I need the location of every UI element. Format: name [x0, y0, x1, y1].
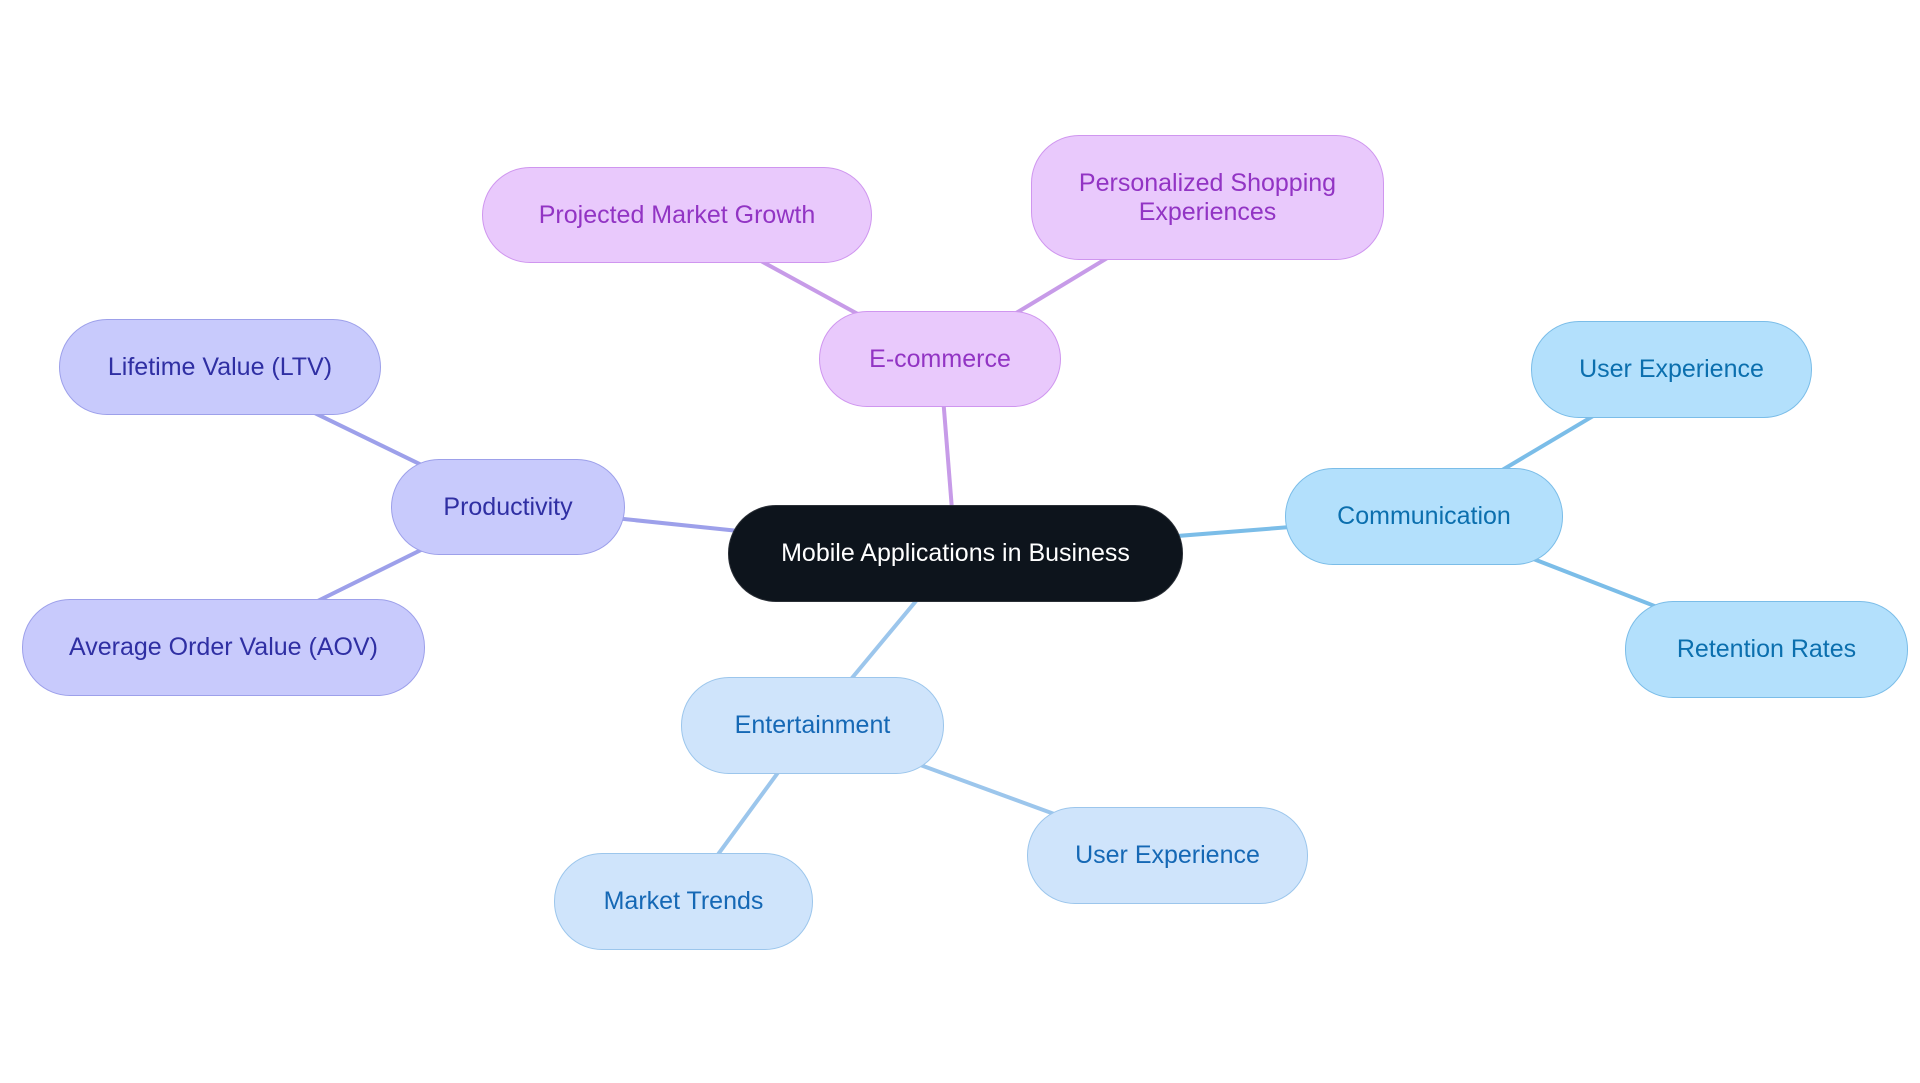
projected-market-growth-node[interactable]: Projected Market Growth: [482, 167, 872, 263]
productivity-node[interactable]: Productivity: [391, 459, 625, 555]
entertainment-user-experience-node[interactable]: User Experience: [1027, 807, 1308, 904]
ecommerce-node[interactable]: E-commerce: [819, 311, 1061, 407]
retention-rates-node[interactable]: Retention Rates: [1625, 601, 1908, 698]
communication-user-experience-node[interactable]: User Experience: [1531, 321, 1812, 418]
communication-node[interactable]: Communication: [1285, 468, 1563, 565]
personalized-shopping-node[interactable]: Personalized Shopping Experiences: [1031, 135, 1384, 260]
ltv-node[interactable]: Lifetime Value (LTV): [59, 319, 381, 415]
market-trends-node[interactable]: Market Trends: [554, 853, 813, 950]
root-node[interactable]: Mobile Applications in Business: [728, 505, 1183, 602]
entertainment-node[interactable]: Entertainment: [681, 677, 944, 774]
aov-node[interactable]: Average Order Value (AOV): [22, 599, 425, 696]
